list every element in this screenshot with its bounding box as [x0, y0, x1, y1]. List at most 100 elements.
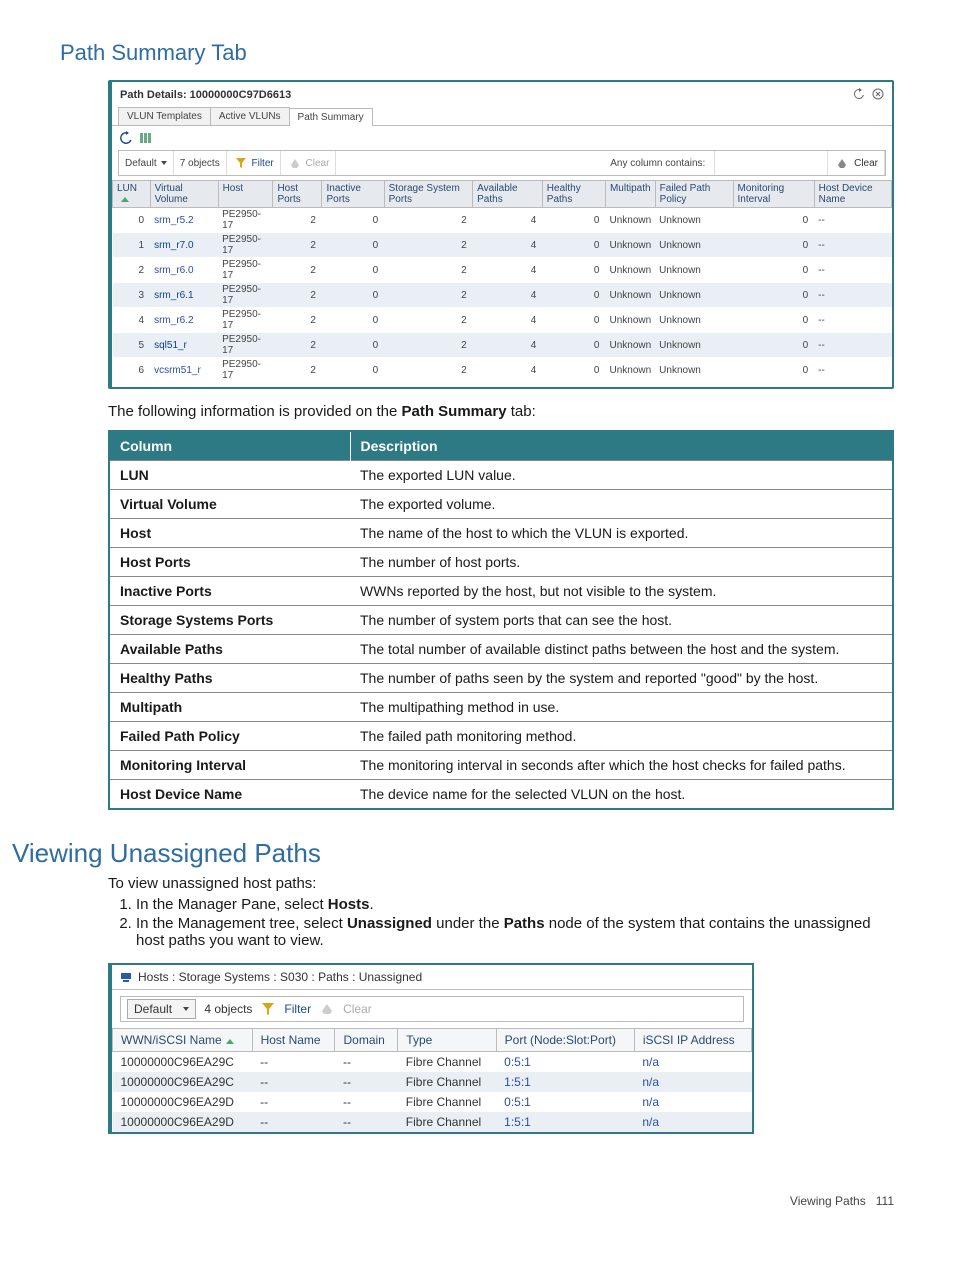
cell: Unknown — [655, 333, 733, 358]
unassigned-object-count: 4 objects — [204, 1002, 252, 1016]
table-row: Virtual VolumeThe exported volume. — [109, 490, 893, 519]
filter-icon[interactable] — [233, 155, 249, 171]
clear-search-icon[interactable] — [834, 155, 850, 171]
procedure-lead: To view unassigned host paths: — [108, 875, 894, 892]
grid-header[interactable]: Host — [218, 181, 273, 208]
cell: 0 — [542, 333, 605, 358]
cell: Unknown — [605, 283, 655, 308]
desc-column-name: Monitoring Interval — [109, 751, 350, 780]
cell: -- — [814, 233, 891, 258]
cell: -- — [252, 1052, 335, 1073]
table-row[interactable]: 10000000C96EA29C----Fibre Channel0:5:1n/… — [113, 1052, 752, 1073]
grid-header[interactable]: Multipath — [605, 181, 655, 208]
grid-header[interactable]: Healthy Paths — [542, 181, 605, 208]
table-row: Monitoring IntervalThe monitoring interv… — [109, 751, 893, 780]
grid-header[interactable]: Storage System Ports — [384, 181, 473, 208]
table-row[interactable]: 10000000C96EA29C----Fibre Channel1:5:1n/… — [113, 1072, 752, 1092]
cell: 2 — [113, 258, 151, 283]
cell: srm_r6.0 — [150, 258, 218, 283]
grid-header[interactable]: Failed Path Policy — [655, 181, 733, 208]
clear-search-button[interactable]: Clear — [854, 158, 878, 169]
cell: PE2950-17 — [218, 308, 273, 333]
desc-header-description: Description — [350, 431, 893, 461]
columns-icon[interactable] — [138, 130, 154, 146]
cell: 2 — [273, 333, 322, 358]
cell: 0 — [733, 258, 814, 283]
grid-header[interactable]: Type — [398, 1029, 496, 1052]
cell: 10000000C96EA29C — [113, 1072, 253, 1092]
refresh-icon[interactable] — [849, 86, 865, 102]
desc-column-name: Multipath — [109, 693, 350, 722]
table-row[interactable]: 2srm_r6.0PE2950-1720240UnknownUnknown0-- — [113, 258, 892, 283]
desc-column-text: The device name for the selected VLUN on… — [350, 780, 893, 810]
cell: Unknown — [655, 308, 733, 333]
table-row[interactable]: 1srm_r7.0PE2950-1720240UnknownUnknown0-- — [113, 233, 892, 258]
cell: 4 — [113, 308, 151, 333]
cell: 2 — [384, 283, 473, 308]
cell: 0 — [542, 358, 605, 383]
table-row[interactable]: 4srm_r6.2PE2950-1720240UnknownUnknown0-- — [113, 308, 892, 333]
filter-link[interactable]: Filter — [252, 158, 274, 169]
desc-column-name: Available Paths — [109, 635, 350, 664]
grid-header[interactable]: Domain — [335, 1029, 398, 1052]
cell: Unknown — [655, 208, 733, 233]
table-row: Storage Systems PortsThe number of syste… — [109, 606, 893, 635]
grid-header[interactable]: Available Paths — [473, 181, 543, 208]
unassigned-view-dropdown[interactable]: Default — [127, 999, 196, 1019]
desc-column-text: The number of system ports that can see … — [350, 606, 893, 635]
cell: Fibre Channel — [398, 1072, 496, 1092]
grid-header[interactable]: Host Device Name — [814, 181, 891, 208]
tab-path-summary[interactable]: Path Summary — [289, 108, 373, 126]
cell: Fibre Channel — [398, 1112, 496, 1132]
desc-column-name: Inactive Ports — [109, 577, 350, 606]
grid-header[interactable]: iSCSI IP Address — [634, 1029, 751, 1052]
grid-header[interactable]: Inactive Ports — [322, 181, 384, 208]
table-row[interactable]: 5sql51_rPE2950-1720240UnknownUnknown0-- — [113, 333, 892, 358]
cell: 2 — [273, 258, 322, 283]
unassigned-filter-link[interactable]: Filter — [284, 1002, 311, 1016]
table-row[interactable]: 10000000C96EA29D----Fibre Channel0:5:1n/… — [113, 1092, 752, 1112]
table-row: Available PathsThe total number of avail… — [109, 635, 893, 664]
cell: Fibre Channel — [398, 1092, 496, 1112]
cell: n/a — [634, 1072, 751, 1092]
grid-header[interactable]: Host Name — [252, 1029, 335, 1052]
tab-active-vluns[interactable]: Active VLUNs — [210, 107, 290, 125]
cell: srm_r7.0 — [150, 233, 218, 258]
grid-header[interactable]: Virtual Volume — [150, 181, 218, 208]
unassigned-filter-icon[interactable] — [260, 1001, 276, 1017]
cell: 2 — [384, 208, 473, 233]
cell: 0 — [733, 308, 814, 333]
cell: 2 — [384, 308, 473, 333]
grid-header[interactable]: WWN/iSCSI Name — [113, 1029, 253, 1052]
table-row[interactable]: 6vcsrm51_rPE2950-1720240UnknownUnknown0-… — [113, 358, 892, 383]
cell: 2 — [273, 283, 322, 308]
search-input[interactable] — [721, 158, 724, 169]
grid-header[interactable]: Monitoring Interval — [733, 181, 814, 208]
cell: 0 — [322, 233, 384, 258]
cell: Unknown — [655, 258, 733, 283]
refresh-rows-icon[interactable] — [118, 130, 134, 146]
cell: 0 — [542, 283, 605, 308]
tab-vlun-templates[interactable]: VLUN Templates — [118, 107, 211, 125]
table-row[interactable]: 0srm_r5.2PE2950-1720240UnknownUnknown0-- — [113, 208, 892, 233]
cell: PE2950-17 — [218, 283, 273, 308]
close-icon[interactable] — [868, 86, 884, 102]
cell: 0 — [322, 358, 384, 383]
table-row[interactable]: 3srm_r6.1PE2950-1720240UnknownUnknown0-- — [113, 283, 892, 308]
table-row[interactable]: 10000000C96EA29D----Fibre Channel1:5:1n/… — [113, 1112, 752, 1132]
cell: 4 — [473, 233, 543, 258]
any-column-label: Any column contains: — [610, 158, 705, 169]
cell: 4 — [473, 283, 543, 308]
host-icon — [118, 969, 134, 985]
grid-header[interactable]: LUN — [113, 181, 151, 208]
grid-header[interactable]: Host Ports — [273, 181, 322, 208]
cell: 10000000C96EA29D — [113, 1112, 253, 1132]
breadcrumb: Hosts : Storage Systems : S030 : Paths :… — [138, 970, 422, 984]
view-dropdown[interactable]: Default — [125, 158, 167, 169]
grid-header[interactable]: Port (Node:Slot:Port) — [496, 1029, 634, 1052]
cell: -- — [814, 283, 891, 308]
table-row: MultipathThe multipathing method in use. — [109, 693, 893, 722]
cell: n/a — [634, 1092, 751, 1112]
cell: 0 — [733, 333, 814, 358]
cell: 2 — [384, 358, 473, 383]
